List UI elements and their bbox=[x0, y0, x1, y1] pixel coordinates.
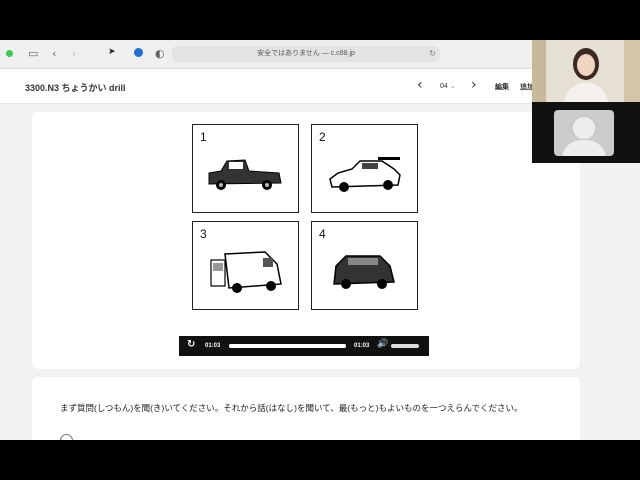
question-number-select[interactable]: 04 ⌄ bbox=[440, 82, 456, 90]
address-bar[interactable]: 安全ではありません — c.c88.jp ↻ bbox=[172, 46, 440, 62]
choice-panel-1: 1 bbox=[192, 124, 299, 213]
sports-car-image bbox=[329, 157, 401, 192]
volume-icon[interactable]: 🔊 bbox=[377, 339, 388, 349]
avatar-icon bbox=[554, 110, 614, 156]
participant-video-tile bbox=[532, 40, 640, 102]
browser-screen: ▭ ‹ › ➤ ◐ 安全ではありません — c.c88.jp ↻ 3300.N3… bbox=[0, 40, 640, 440]
choice-panel-3: 3 bbox=[192, 221, 299, 310]
instruction-text: まず質問(しつもん)を聞(き)いてください。それから話(はなし)を聞いて、最(も… bbox=[60, 403, 523, 413]
next-question-button[interactable]: › bbox=[471, 77, 477, 93]
minivan-open-door-image bbox=[210, 251, 282, 293]
compact-car-image bbox=[333, 255, 395, 289]
audio-duration: 01:03 bbox=[354, 343, 370, 349]
extension-icon[interactable] bbox=[134, 48, 143, 57]
sidebar-icon[interactable]: ▭ bbox=[28, 47, 38, 60]
audio-progress-slider[interactable] bbox=[229, 344, 346, 348]
window-zoom-button[interactable] bbox=[6, 50, 13, 57]
url-text: 安全ではありません — c.c88.jp bbox=[257, 50, 355, 57]
back-chevron-icon[interactable]: ‹ bbox=[52, 47, 56, 60]
choice-panel-4: 4 bbox=[311, 221, 418, 310]
forward-chevron-icon[interactable]: › bbox=[72, 47, 76, 60]
choice-number: 3 bbox=[200, 227, 207, 241]
choice-number: 4 bbox=[319, 227, 326, 241]
audio-current-time: 01:03 bbox=[205, 343, 221, 349]
reload-icon[interactable]: ↻ bbox=[429, 46, 436, 62]
instruction-card: まず質問(しつもん)を聞(き)いてください。それから話(はなし)を聞いて、最(も… bbox=[32, 377, 580, 440]
participant-placeholder-tile bbox=[532, 102, 640, 163]
choice-number: 2 bbox=[319, 130, 326, 144]
shield-icon[interactable]: ◐ bbox=[155, 47, 165, 60]
edit-button[interactable]: 編集 bbox=[495, 82, 509, 92]
question-card: 1 2 3 4 ↻ 01:03 01:03 🔊 bbox=[32, 112, 580, 369]
question-number-value: 04 bbox=[440, 83, 448, 90]
pickup-truck-image bbox=[208, 159, 282, 190]
replay-icon[interactable]: ↻ bbox=[187, 339, 195, 350]
choice-panel-2: 2 bbox=[311, 124, 418, 213]
answer-radio-option[interactable] bbox=[60, 434, 73, 440]
page-title: 3300.N3 ちょうかい drill bbox=[25, 83, 126, 93]
previous-question-button[interactable]: ‹ bbox=[417, 77, 423, 93]
participant-person-image bbox=[532, 40, 640, 102]
choice-number: 1 bbox=[200, 130, 207, 144]
volume-slider[interactable] bbox=[391, 344, 419, 348]
mouse-cursor-icon: ➤ bbox=[108, 47, 116, 57]
audio-player: ↻ 01:03 01:03 🔊 bbox=[179, 336, 429, 356]
